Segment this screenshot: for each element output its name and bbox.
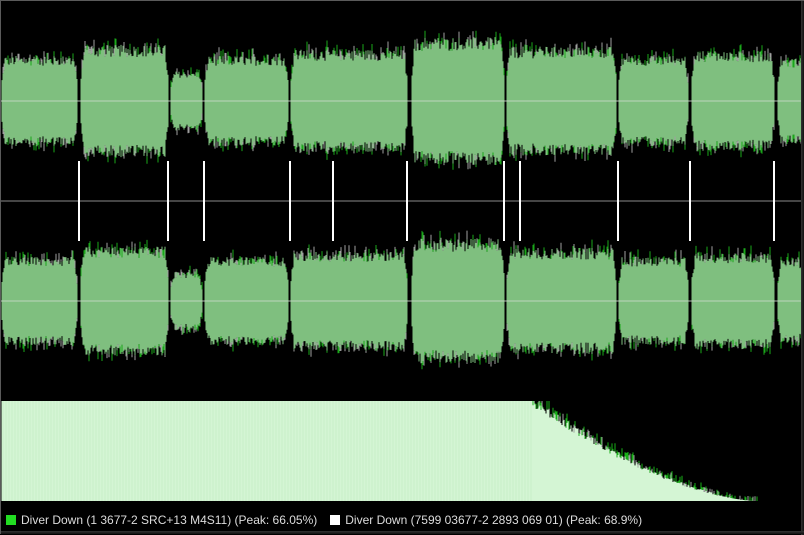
waveform-segment <box>618 249 689 351</box>
waveform-track-2 <box>1 230 804 370</box>
legend-label-series1: Diver Down (1 3677-2 SRC+13 M4S11) (Peak… <box>21 513 318 527</box>
legend-item-series2: Diver Down (7599 03677-2 2893 069 01) (P… <box>330 513 642 527</box>
waveform-segment <box>204 47 289 152</box>
legend-item-series1: Diver Down (1 3677-2 SRC+13 M4S11) (Peak… <box>6 513 317 527</box>
waveform-track-1 <box>1 30 804 170</box>
waveform-canvas[interactable] <box>1 1 804 505</box>
waveform-segment <box>170 265 203 335</box>
green-swatch-icon <box>6 515 16 525</box>
legend-label-series2: Diver Down (7599 03677-2 2893 069 01) (P… <box>345 513 643 527</box>
white-swatch-icon <box>330 515 341 525</box>
spectrum-area <box>1 401 758 501</box>
waveform-segment <box>691 245 775 355</box>
waveform-segment <box>411 30 505 170</box>
waveform-viewer[interactable]: Diver Down (1 3677-2 SRC+13 M4S11) (Peak… <box>0 0 804 535</box>
waveform-segment <box>290 40 408 160</box>
waveform-segment <box>506 37 617 162</box>
waveform-segment <box>1 51 78 153</box>
waveform-segment <box>506 239 617 361</box>
spectrum-stroke <box>1 401 755 501</box>
waveform-segment <box>411 230 505 370</box>
legend-bar: Diver Down (1 3677-2 SRC+13 M4S11) (Peak… <box>1 508 804 532</box>
